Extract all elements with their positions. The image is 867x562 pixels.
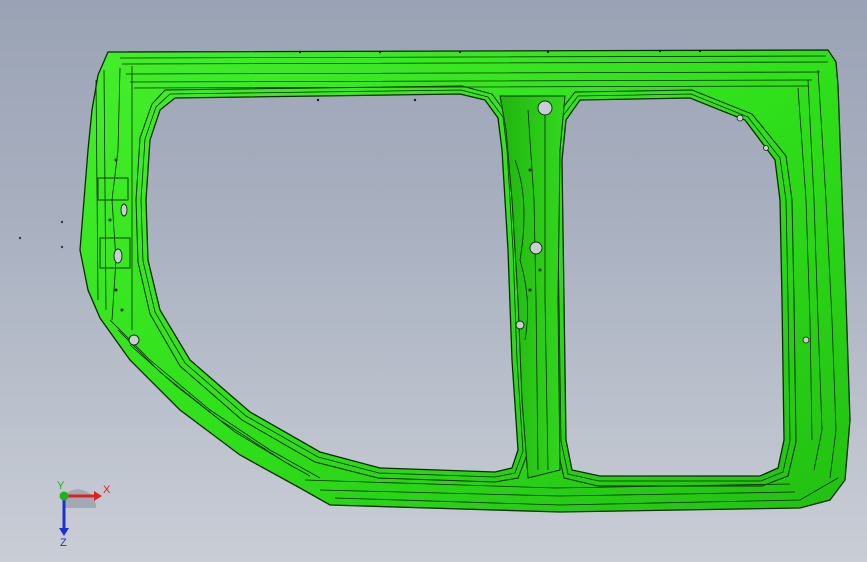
hinge-slot: [113, 248, 123, 264]
triad-shadow: [64, 489, 97, 508]
rear-hole-3: [763, 145, 769, 151]
pillar-hole-top: [537, 100, 553, 116]
graphics-viewport[interactable]: X Y Z: [0, 0, 867, 562]
y-axis-icon: [59, 491, 69, 501]
rear-hole-1: [736, 114, 744, 122]
door-frame-model[interactable]: [0, 0, 867, 562]
panel-body: [79, 49, 851, 513]
pillar-hole-mid: [515, 320, 525, 330]
x-axis-label: X: [103, 484, 111, 496]
rear-hole-2: [802, 336, 810, 344]
right-opening-flange-2: [556, 93, 791, 482]
y-axis-label: Y: [57, 480, 65, 492]
reference-points: [18, 220, 64, 249]
pillar-hole-large: [529, 241, 543, 255]
front-hole: [128, 334, 140, 346]
left-opening-flange: [135, 85, 529, 483]
hinge-slot-2: [120, 203, 128, 217]
coordinate-triad: X Y Z: [57, 480, 111, 548]
x-arrow-icon: [94, 491, 102, 501]
right-opening-flange: [551, 89, 797, 487]
z-arrow-icon: [59, 528, 69, 536]
z-axis-label: Z: [60, 537, 67, 548]
